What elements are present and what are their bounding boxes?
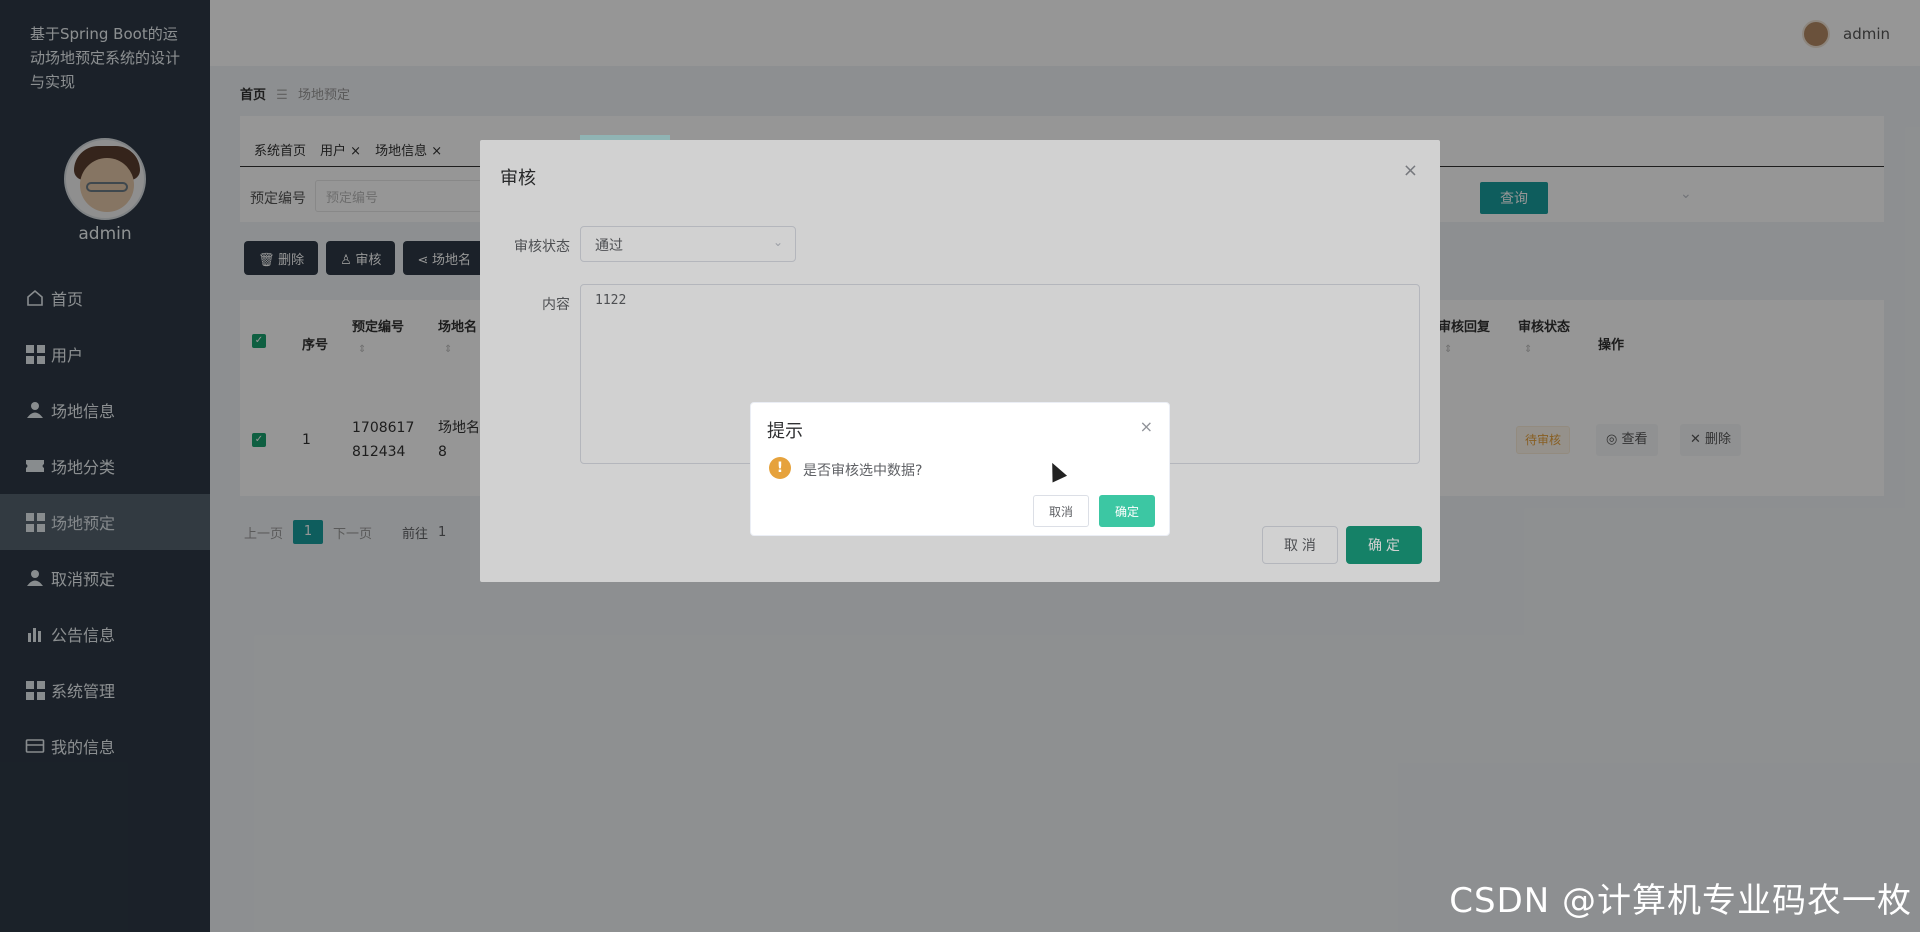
message-cancel-button[interactable]: 取消	[1033, 495, 1089, 527]
watermark: CSDN @计算机专业码农一枚	[1449, 881, 1912, 921]
message-box-title: 提示	[767, 421, 803, 442]
message-confirm-button[interactable]: 确定	[1099, 495, 1155, 527]
message-text: 是否审核选中数据?	[803, 463, 923, 479]
warning-icon: !	[769, 457, 791, 479]
confirm-message-box: 提示 × ! 是否审核选中数据? 取消 确定	[750, 402, 1170, 536]
close-icon[interactable]: ×	[1140, 417, 1153, 436]
